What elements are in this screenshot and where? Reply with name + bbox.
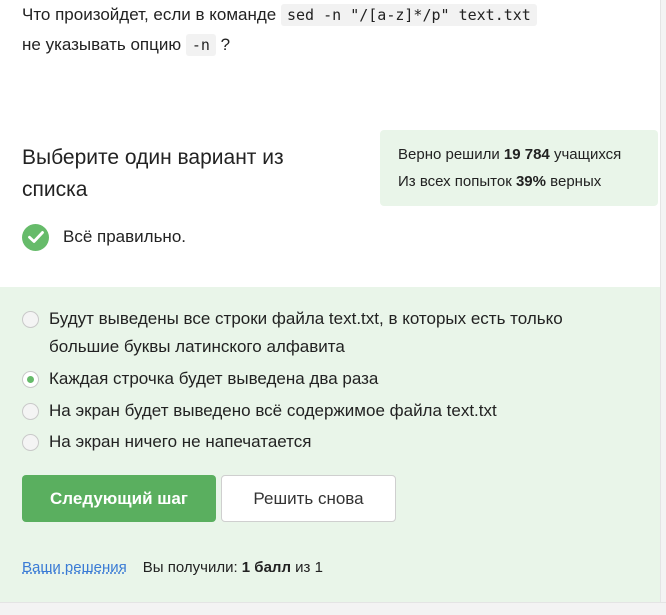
stats-panel: Верно решили 19 784 учащихся Из всех поп… <box>380 130 658 206</box>
score-value: 1 балл <box>241 559 291 576</box>
footer: Ваши решения Вы получили: 1 балл из 1 <box>22 556 323 580</box>
radio-button[interactable] <box>22 311 39 328</box>
check-circle-icon <box>22 223 49 251</box>
question-line-1: Что произойдет, если в команде sed -n "/… <box>22 0 652 30</box>
bottom-edge <box>0 602 666 615</box>
correct-percent: 39% <box>515 173 546 190</box>
stats-attempts: Из всех попыток 39% верных <box>398 173 602 190</box>
solved-count: 19 784 <box>503 146 550 163</box>
answer-option-1[interactable]: Будут выведены все строки файла text.txt… <box>22 305 622 361</box>
score-prefix: Вы получили: <box>142 559 238 576</box>
radio-button[interactable] <box>22 434 39 451</box>
stats-solved: Верно решили 19 784 учащихся <box>398 146 622 163</box>
result-text: Всё правильно. <box>63 227 187 246</box>
radio-button-selected[interactable] <box>22 371 39 388</box>
option-code: -n <box>185 34 216 56</box>
next-step-button[interactable]: Следующий шаг <box>22 475 216 522</box>
answer-option-3[interactable]: На экран будет выведено всё содержимое ф… <box>22 397 622 425</box>
score-suffix: из 1 <box>295 559 323 576</box>
result-message: Всё правильно. <box>22 222 186 252</box>
command-code: sed -n "/[a-z]*/p" text.txt <box>281 4 537 26</box>
choose-title: Выберите один вариант из списка <box>22 146 284 201</box>
right-scroll-edge <box>660 0 666 615</box>
answers-panel: Будут выведены все строки файла text.txt… <box>0 287 660 602</box>
retry-button[interactable]: Решить снова <box>221 475 396 522</box>
answer-option-4[interactable]: На экран ничего не напечатается <box>22 428 622 456</box>
radio-button[interactable] <box>22 403 39 420</box>
question-line-2: не указывать опцию -n ? <box>22 34 231 56</box>
question-text: Что произойдет, если в команде sed -n "/… <box>22 0 652 60</box>
solutions-link[interactable]: Ваши решения <box>22 556 127 580</box>
answer-option-2[interactable]: Каждая строчка будет выведена два раза <box>22 365 622 393</box>
